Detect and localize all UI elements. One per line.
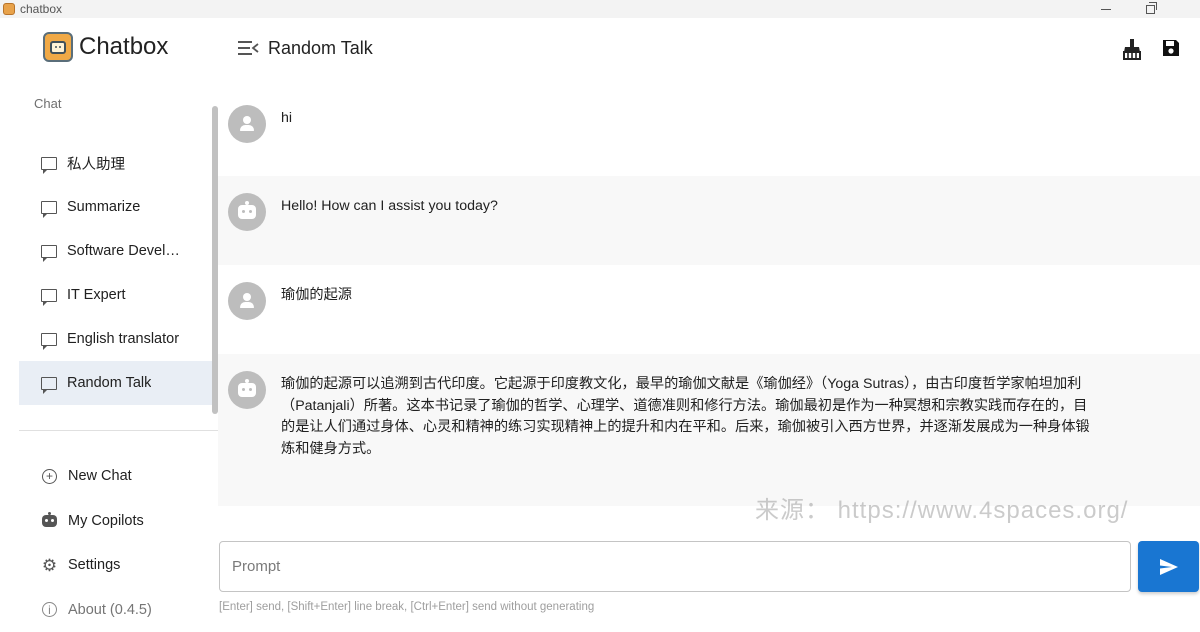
chat-bubble-icon — [41, 245, 57, 258]
person-icon — [239, 115, 255, 133]
session-label: Software Developer — [67, 243, 187, 259]
session-item-summarize[interactable]: Summarize — [19, 185, 213, 229]
session-item-english-translator[interactable]: English translator — [19, 317, 213, 361]
brand: Chatbox — [43, 32, 168, 62]
chat-bubble-icon — [41, 157, 57, 170]
prompt-input[interactable] — [219, 541, 1131, 592]
message-assistant: Hello! How can I assist you today? — [218, 176, 1200, 265]
watermark: 来源： https://www.4spaces.org/ — [755, 490, 1128, 525]
message-assistant: 瑜伽的起源可以追溯到古代印度。它起源于印度教文化，最早的瑜伽文献是《瑜伽经》（Y… — [218, 354, 1200, 506]
session-label: English translator — [67, 331, 179, 347]
message-text: hi — [281, 108, 1101, 130]
about-label: About (0.4.5) — [68, 602, 152, 618]
chat-bubble-icon — [41, 289, 57, 302]
menu-collapse-icon[interactable] — [238, 41, 258, 55]
session-label: IT Expert — [67, 287, 126, 303]
brand-name: Chatbox — [79, 33, 168, 61]
message-text: Hello! How can I assist you today? — [281, 196, 1101, 218]
save-icon — [1161, 38, 1181, 58]
session-item-random-talk[interactable]: Random Talk — [19, 361, 213, 405]
chat-section-label: Chat — [34, 96, 61, 111]
info-icon: i — [42, 602, 57, 617]
session-item-it-expert[interactable]: IT Expert — [19, 273, 213, 317]
new-chat-button[interactable]: + New Chat — [41, 454, 152, 499]
minimize-icon — [1101, 9, 1111, 10]
clean-conversation-button[interactable] — [1121, 38, 1143, 60]
session-label: 私人助理 — [67, 153, 125, 174]
gear-icon: ⚙ — [42, 557, 57, 574]
robot-icon — [42, 515, 57, 527]
save-button[interactable] — [1161, 38, 1183, 60]
restore-icon — [1146, 5, 1155, 14]
session-item-software-developer[interactable]: Software Developer — [19, 229, 213, 273]
settings-label: Settings — [68, 557, 120, 573]
message-text: 瑜伽的起源 — [281, 285, 1101, 307]
window-titlebar: chatbox — [0, 0, 1200, 18]
window-title: chatbox — [20, 2, 62, 16]
broom-icon — [1121, 38, 1143, 60]
send-icon — [1159, 558, 1179, 576]
sidebar-menu: + New Chat My Copilots ⚙ Settings i Abou… — [41, 454, 152, 632]
keyboard-hint: [Enter] send, [Shift+Enter] line break, … — [219, 601, 594, 613]
my-copilots-label: My Copilots — [68, 513, 144, 529]
maximize-button[interactable] — [1130, 0, 1170, 18]
send-button[interactable] — [1138, 541, 1199, 592]
my-copilots-button[interactable]: My Copilots — [41, 499, 152, 544]
message-user: hi — [218, 88, 1200, 176]
session-item-private-assistant[interactable]: 私人助理 — [19, 141, 213, 185]
message-list: hi Hello! How can I assist you today? 瑜伽… — [218, 88, 1200, 518]
new-chat-label: New Chat — [68, 468, 132, 484]
page-title: Random Talk — [268, 38, 373, 59]
add-circle-icon: + — [42, 469, 57, 484]
assistant-avatar — [228, 193, 266, 231]
session-label: Summarize — [67, 199, 140, 215]
message-text: 瑜伽的起源可以追溯到古代印度。它起源于印度教文化，最早的瑜伽文献是《瑜伽经》（Y… — [281, 374, 1101, 460]
chatbox-logo-icon — [43, 32, 73, 62]
chat-bubble-icon — [41, 377, 57, 390]
app-icon — [3, 3, 15, 15]
chat-header: Random Talk — [218, 18, 1200, 80]
person-icon — [239, 292, 255, 310]
session-label: Random Talk — [67, 375, 151, 391]
settings-button[interactable]: ⚙ Settings — [41, 543, 152, 588]
session-list: 私人助理 Summarize Software Developer IT Exp… — [19, 141, 213, 405]
user-avatar — [228, 282, 266, 320]
user-avatar — [228, 105, 266, 143]
robot-icon — [238, 383, 256, 397]
about-button[interactable]: i About (0.4.5) — [41, 588, 152, 632]
message-user: 瑜伽的起源 — [218, 265, 1200, 354]
sidebar-divider — [19, 430, 218, 431]
robot-icon — [238, 205, 256, 219]
minimize-button[interactable] — [1086, 0, 1126, 18]
chat-bubble-icon — [41, 201, 57, 214]
chat-bubble-icon — [41, 333, 57, 346]
sidebar: Chatbox Chat 私人助理 Summarize Software Dev… — [0, 18, 218, 622]
assistant-avatar — [228, 371, 266, 409]
